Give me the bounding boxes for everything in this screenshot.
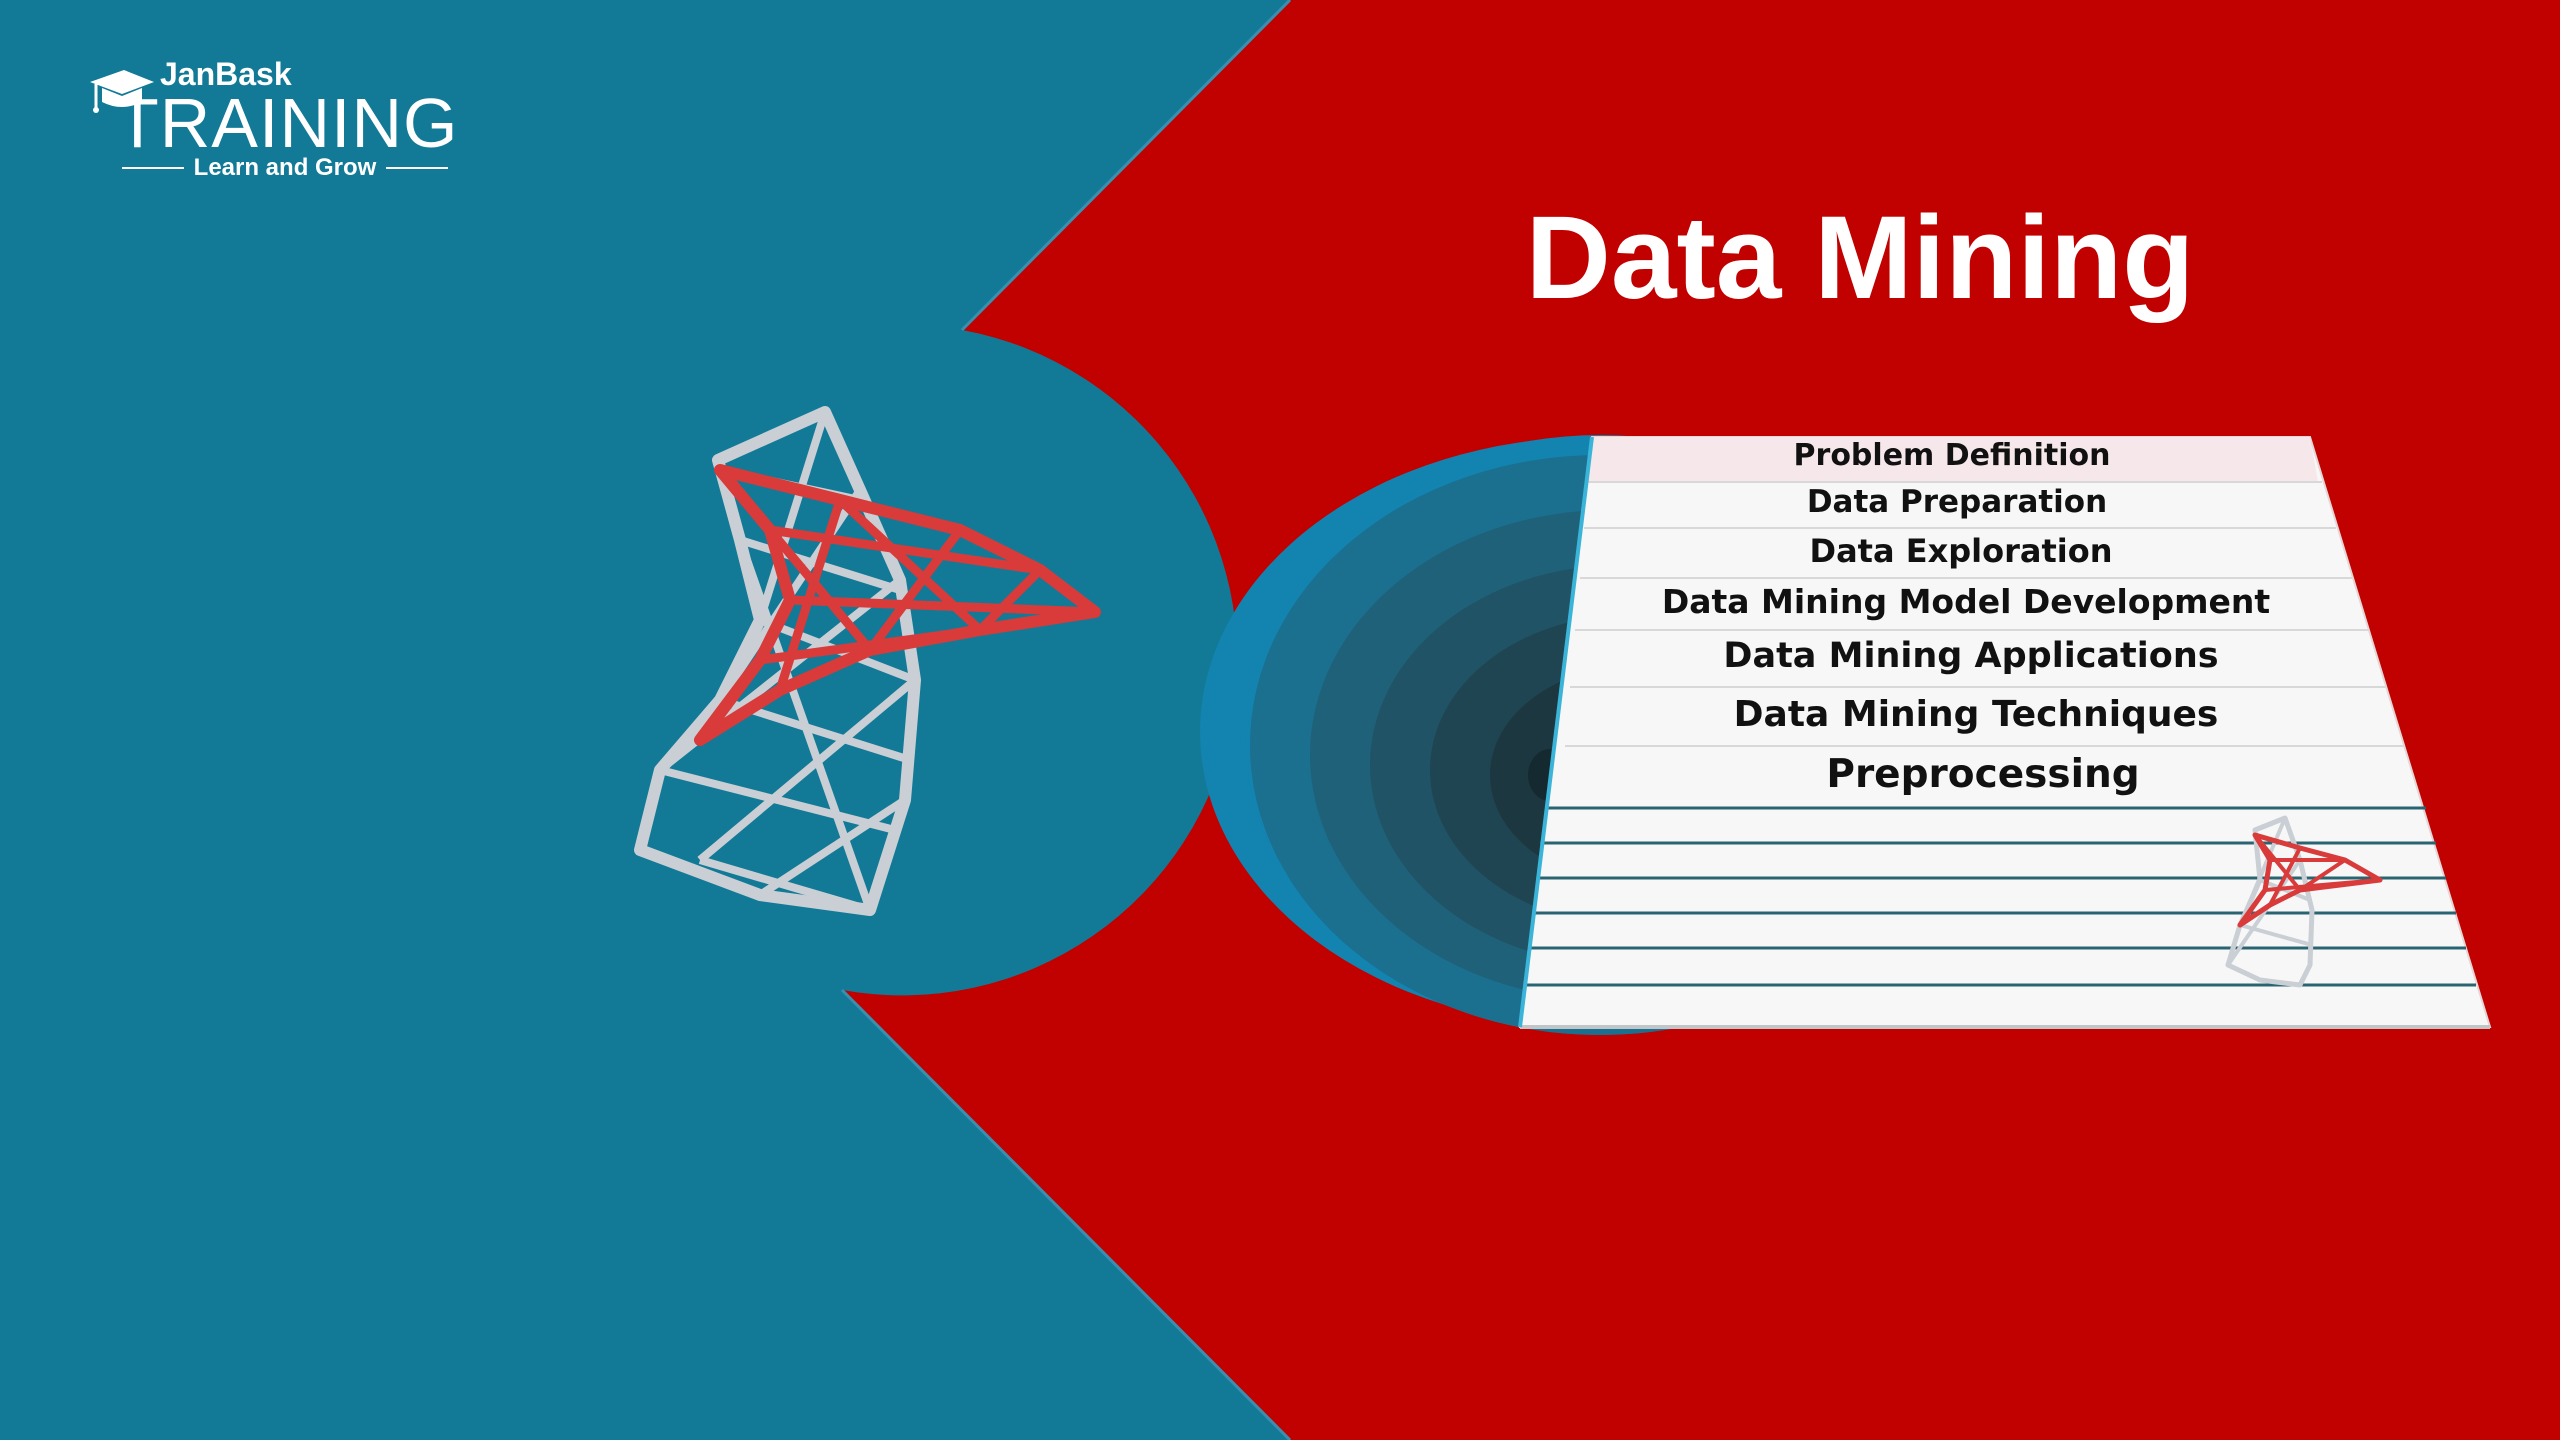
step-label-data-preparation: Data Preparation xyxy=(1806,484,2108,520)
page-title: Data Mining xyxy=(1525,192,2195,324)
step-label-data-exploration: Data Exploration xyxy=(1809,532,2113,570)
logo-wordmark: TRAINING xyxy=(116,84,459,162)
slide: JanBask TRAINING Learn and Grow Data Min… xyxy=(0,0,2560,1440)
janbask-logo: JanBask TRAINING Learn and Grow xyxy=(86,56,459,186)
step-label-preprocessing: Preprocessing xyxy=(1826,752,2140,797)
step-label-model-development: Data Mining Model Development xyxy=(1661,582,2271,621)
step-label-techniques: Data Mining Techniques xyxy=(1733,694,2219,735)
logo-tagline-row: Learn and Grow xyxy=(122,154,449,182)
step-label-problem-definition: Problem Definition xyxy=(1793,438,2111,473)
logo-tagline: Learn and Grow xyxy=(193,154,377,181)
step-label-applications: Data Mining Applications xyxy=(1723,636,2219,676)
tagline-rule-right xyxy=(386,167,449,169)
tagline-rule-left xyxy=(122,167,184,169)
